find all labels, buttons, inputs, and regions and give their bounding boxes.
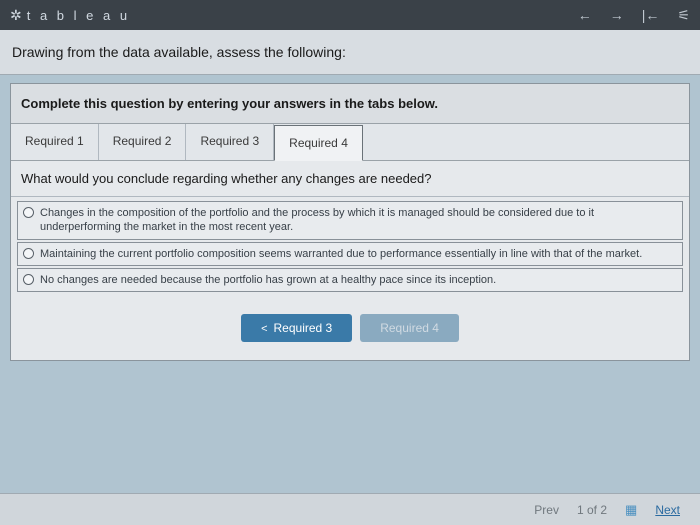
tab-required-4[interactable]: Required 4 bbox=[274, 125, 363, 161]
footer-next[interactable]: Next bbox=[655, 503, 680, 517]
question-text: What would you conclude regarding whethe… bbox=[11, 161, 689, 197]
chevron-left-icon: < bbox=[261, 323, 267, 335]
footer-prev[interactable]: Prev bbox=[534, 503, 559, 517]
brand-text: t a b l e a u bbox=[27, 8, 130, 23]
top-bar: ✲ t a b l e a u ← → |← ⚟ bbox=[0, 0, 700, 30]
footer-bar: Prev 1 of 2 ▦ Next bbox=[0, 493, 700, 525]
topbar-actions: ← → |← ⚟ bbox=[578, 7, 690, 24]
tab-required-2[interactable]: Required 2 bbox=[99, 124, 187, 160]
option-row[interactable]: Maintaining the current portfolio compos… bbox=[17, 242, 683, 266]
page-indicator: 1 of 2 bbox=[577, 503, 607, 517]
share-icon[interactable]: ⚟ bbox=[677, 7, 690, 24]
option-row[interactable]: Changes in the composition of the portfo… bbox=[17, 201, 683, 240]
radio-icon[interactable] bbox=[23, 207, 34, 218]
next-question-button[interactable]: Required 4 bbox=[360, 314, 459, 342]
option-label: Maintaining the current portfolio compos… bbox=[40, 247, 642, 261]
question-card: Complete this question by entering your … bbox=[10, 83, 690, 361]
option-row[interactable]: No changes are needed because the portfo… bbox=[17, 268, 683, 292]
radio-icon[interactable] bbox=[23, 274, 34, 285]
radio-icon[interactable] bbox=[23, 248, 34, 259]
tabs-row: Required 1 Required 2 Required 3 Require… bbox=[11, 124, 689, 161]
option-label: Changes in the composition of the portfo… bbox=[40, 206, 677, 235]
back-icon[interactable]: ← bbox=[578, 7, 592, 23]
instruction-text: Complete this question by entering your … bbox=[11, 84, 689, 124]
option-label: No changes are needed because the portfo… bbox=[40, 273, 496, 287]
tab-required-3[interactable]: Required 3 bbox=[186, 124, 274, 160]
prompt-text: Drawing from the data available, assess … bbox=[0, 30, 700, 75]
revert-icon[interactable]: |← bbox=[642, 7, 660, 23]
forward-icon[interactable]: → bbox=[610, 7, 624, 23]
brand: ✲ t a b l e a u bbox=[10, 7, 130, 24]
tableau-icon: ✲ bbox=[10, 7, 22, 24]
tab-required-1[interactable]: Required 1 bbox=[11, 124, 99, 160]
grid-icon[interactable]: ▦ bbox=[625, 502, 637, 518]
question-nav: <Required 3 Required 4 bbox=[11, 302, 689, 360]
options-list: Changes in the composition of the portfo… bbox=[11, 197, 689, 302]
prev-question-button[interactable]: <Required 3 bbox=[241, 314, 352, 342]
